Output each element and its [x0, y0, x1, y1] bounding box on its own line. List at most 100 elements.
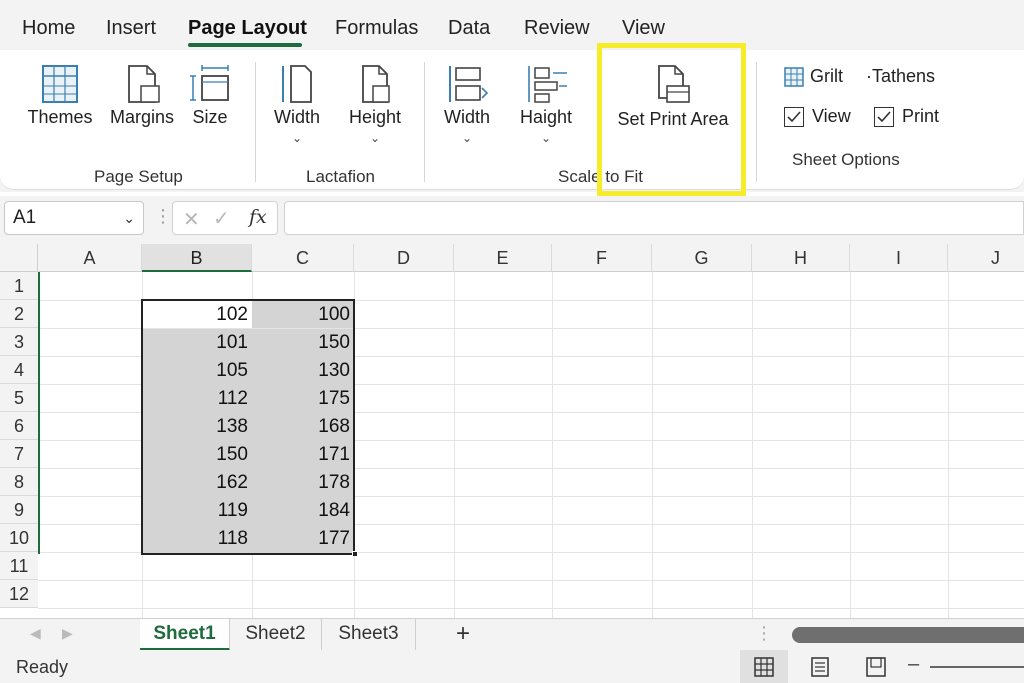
lactafion-width-button[interactable]: Width ⌄ — [268, 64, 326, 144]
gridlines-label: Grilt — [810, 66, 843, 86]
select-all-corner[interactable] — [0, 244, 38, 272]
row-header[interactable]: 12 — [0, 580, 38, 608]
selection-range — [141, 299, 355, 555]
headings-label: ·Tathens — [866, 66, 936, 86]
gridline — [652, 272, 653, 618]
sheet-tab-bar: ◀ ▶ Sheet1 Sheet2 Sheet3 + ⋮ — [0, 618, 1024, 651]
zoom-out-icon[interactable]: – — [908, 653, 919, 676]
menu-bar: Home Insert Page Layout Formulas Data Re… — [0, 0, 1024, 50]
gridline — [38, 580, 1024, 581]
sheet-options-group-label: Sheet Options — [792, 150, 900, 169]
zoom-slider[interactable] — [930, 666, 1024, 668]
name-box[interactable]: A1 ⌄ — [4, 201, 144, 235]
gridline — [38, 608, 1024, 609]
themes-icon — [42, 65, 78, 103]
page-layout-view-icon — [811, 656, 829, 677]
tab-data[interactable]: Data — [448, 17, 490, 40]
tab-review[interactable]: Review — [524, 17, 590, 40]
horizontal-scrollbar[interactable] — [792, 627, 1024, 643]
gridlines-icon — [784, 66, 804, 87]
row-header[interactable]: 5 — [0, 384, 38, 412]
column-header-e[interactable]: E — [454, 244, 552, 272]
tab-view[interactable]: View — [622, 17, 665, 40]
themes-button[interactable]: Themes — [27, 64, 93, 128]
checkbox-checked-icon — [784, 106, 804, 127]
lactafion-group-label: Lactafion — [306, 167, 375, 186]
gridline — [948, 272, 949, 618]
group-separator — [424, 62, 425, 182]
margins-label: Margins — [109, 107, 175, 127]
group-separator — [756, 62, 757, 182]
column-header-a[interactable]: A — [38, 244, 142, 272]
headings-option[interactable]: ·Tathens — [866, 66, 935, 87]
lactafion-height-button[interactable]: Height ⌄ — [344, 64, 406, 144]
page-break-view-button[interactable] — [852, 650, 900, 683]
row-header[interactable]: 4 — [0, 356, 38, 384]
sheet-tab-sheet3[interactable]: Sheet3 — [322, 619, 416, 651]
view-label: View — [812, 106, 851, 126]
size-icon — [190, 65, 229, 101]
chevron-down-icon[interactable]: ⌄ — [123, 210, 135, 227]
column-header-b[interactable]: B — [142, 244, 252, 272]
tab-formulas[interactable]: Formulas — [335, 17, 418, 40]
ribbon-panel: Themes Margins Size Page Setup Width ⌄ H… — [0, 50, 1024, 190]
size-button[interactable]: Size — [184, 64, 236, 128]
insert-function-button[interactable]: fx — [249, 206, 267, 228]
gridlines-option[interactable]: Grilt — [784, 66, 843, 87]
sheet-tab-sheet1[interactable]: Sheet1 — [140, 619, 230, 651]
column-header-h[interactable]: H — [752, 244, 850, 272]
cancel-icon[interactable]: ✕ — [183, 207, 200, 232]
column-header-f[interactable]: F — [552, 244, 652, 272]
scale-height-icon — [528, 66, 567, 103]
size-label: Size — [192, 107, 228, 127]
row-header[interactable]: 6 — [0, 412, 38, 440]
print-gridlines-checkbox[interactable]: Print — [874, 106, 939, 127]
confirm-icon[interactable]: ✓ — [213, 206, 230, 231]
column-header-i[interactable]: I — [850, 244, 948, 272]
scale-height-button[interactable]: Haight ⌄ — [514, 64, 578, 144]
page-setup-group-label: Page Setup — [94, 167, 183, 186]
scale-height-label: Haight — [519, 107, 573, 127]
scale-width-icon — [449, 66, 488, 102]
row-header[interactable]: 9 — [0, 496, 38, 524]
themes-label: Themes — [27, 107, 93, 127]
row-header[interactable]: 7 — [0, 440, 38, 468]
normal-view-button[interactable] — [740, 650, 788, 683]
gridline — [752, 272, 753, 618]
view-gridlines-checkbox[interactable]: View — [784, 106, 851, 127]
active-cell-border — [38, 272, 40, 554]
add-sheet-button[interactable]: + — [456, 619, 470, 649]
column-header-j[interactable]: J — [948, 244, 1024, 272]
prev-sheet-icon[interactable]: ◀ — [30, 625, 41, 642]
margins-button[interactable]: Margins — [110, 64, 174, 128]
chevron-down-icon: ⌄ — [461, 131, 473, 145]
ribbon: Themes Margins Size Page Setup Width ⌄ H… — [0, 50, 1024, 192]
page-break-view-icon — [866, 656, 886, 677]
page-layout-view-button[interactable] — [796, 650, 844, 683]
vertical-dots-icon: ⋮ — [755, 623, 773, 643]
spreadsheet-grid[interactable]: A B C D E F G H I J 1 2 3 4 5 6 7 8 9 10… — [0, 244, 1024, 618]
scale-width-button[interactable]: Width ⌄ — [438, 64, 496, 144]
checkbox-checked-icon — [874, 106, 894, 127]
column-header-c[interactable]: C — [252, 244, 354, 272]
status-text: Ready — [16, 657, 69, 677]
formula-bar: A1 ⌄ ⋮ ✕ ✓ fx — [0, 196, 1024, 244]
tab-page-layout[interactable]: Page Layout — [188, 17, 307, 40]
row-header[interactable]: 11 — [0, 552, 38, 580]
row-header[interactable]: 2 — [0, 300, 38, 328]
chevron-down-icon: ⌄ — [291, 131, 303, 145]
row-header[interactable]: 8 — [0, 468, 38, 496]
column-header-d[interactable]: D — [354, 244, 454, 272]
active-tab-indicator — [188, 43, 302, 47]
row-header[interactable]: 3 — [0, 328, 38, 356]
row-header[interactable]: 10 — [0, 524, 38, 552]
formula-input[interactable] — [284, 201, 1024, 235]
tab-insert[interactable]: Insert — [106, 17, 156, 40]
tab-home[interactable]: Home — [22, 17, 75, 40]
next-sheet-icon[interactable]: ▶ — [62, 625, 73, 642]
column-header-g[interactable]: G — [652, 244, 752, 272]
fill-handle[interactable] — [352, 551, 358, 557]
chevron-down-icon: ⌄ — [540, 131, 552, 145]
sheet-tab-sheet2[interactable]: Sheet2 — [230, 619, 322, 651]
row-header[interactable]: 1 — [0, 272, 38, 300]
